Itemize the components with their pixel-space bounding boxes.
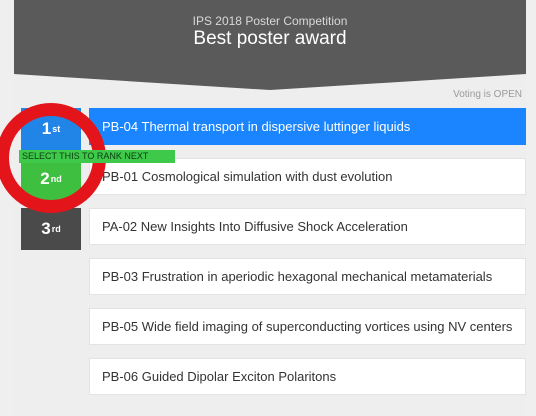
rank-number: 1: [41, 119, 52, 138]
header-chevron: [14, 74, 526, 90]
rank-suffix: st: [52, 124, 61, 134]
rank-suffix: nd: [50, 174, 62, 184]
poster-item-pb-04[interactable]: PB-04 Thermal transport in dispersive lu…: [89, 108, 526, 145]
voting-status: Voting is OPEN: [453, 89, 522, 100]
rank-number: 3: [41, 219, 51, 238]
rank-number: 2: [40, 169, 50, 188]
page-title: Best poster award: [193, 28, 347, 49]
poster-item-pb-05[interactable]: PB-05 Wide field imaging of superconduct…: [89, 308, 526, 345]
rank-slot-1[interactable]: 1st: [21, 108, 81, 150]
poster-item-pa-02[interactable]: PA-02 New Insights Into Diffusive Shock …: [89, 208, 526, 245]
rank-suffix: rd: [51, 224, 61, 234]
rank-slot-3[interactable]: 3rd: [21, 208, 81, 250]
rank-next-hint: SELECT THIS TO RANK NEXT: [19, 150, 175, 163]
poster-item-pb-06[interactable]: PB-06 Guided Dipolar Exciton Polaritons: [89, 358, 526, 395]
rank-slot-2[interactable]: 2nd: [21, 158, 81, 200]
poster-item-pb-03[interactable]: PB-03 Frustration in aperiodic hexagonal…: [89, 258, 526, 295]
competition-name: IPS 2018 Poster Competition: [192, 14, 348, 28]
page-header: IPS 2018 Poster Competition Best poster …: [14, 0, 526, 74]
poster-item-pb-01[interactable]: PB-01 Cosmological simulation with dust …: [89, 158, 526, 195]
voting-page: IPS 2018 Poster Competition Best poster …: [0, 0, 536, 416]
